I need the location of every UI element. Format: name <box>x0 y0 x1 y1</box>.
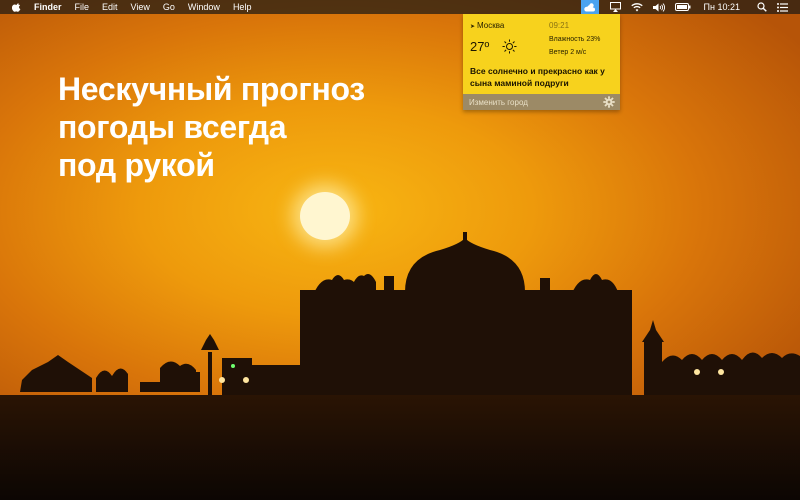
menu-bar: Finder File Edit View Go Window Help Пн … <box>0 0 800 14</box>
menu-go[interactable]: Go <box>163 0 175 14</box>
menu-edit[interactable]: Edit <box>102 0 118 14</box>
menu-clock[interactable]: Пн 10:21 <box>704 0 740 14</box>
airplay-icon[interactable] <box>609 0 621 14</box>
menu-window[interactable]: Window <box>188 0 220 14</box>
battery-icon[interactable] <box>674 0 691 14</box>
popup-footer: Изменить город <box>463 94 620 110</box>
menu-bar-left: Finder File Edit View Go Window Help <box>0 0 264 14</box>
weather-message: Все солнечно и прекрасно как у сына мами… <box>470 66 605 88</box>
spotlight-search-icon[interactable] <box>757 0 767 14</box>
apple-icon[interactable] <box>12 2 22 12</box>
promo-headline: Нескучный прогноз погоды всегда под руко… <box>58 70 365 184</box>
headline-line-3: под рукой <box>58 147 215 183</box>
change-city-link[interactable]: Изменить город <box>469 98 528 107</box>
menu-app-name[interactable]: Finder <box>34 0 62 14</box>
menu-view[interactable]: View <box>131 0 150 14</box>
location-arrow-icon: ➤ <box>470 24 476 30</box>
sun-icon <box>502 39 517 54</box>
gear-icon[interactable] <box>603 96 615 108</box>
weather-app-menu-icon[interactable] <box>580 0 599 14</box>
cloud-sun-icon <box>584 3 596 12</box>
wifi-icon[interactable] <box>630 0 643 14</box>
city-label: ➤ Москва <box>470 21 504 30</box>
weather-time: 09:21 <box>549 21 570 30</box>
city-name: Москва <box>477 21 505 30</box>
menu-help[interactable]: Help <box>233 0 252 14</box>
menu-bar-right: Пн 10:21 <box>580 0 800 14</box>
wind-label: Ветер 2 м/с <box>549 49 587 56</box>
volume-icon[interactable] <box>652 0 665 14</box>
humidity-label: Влажность 23% <box>549 36 601 43</box>
weather-popup: ➤ Москва 09:21 27º Влажность 23% Ветер 2 … <box>463 14 620 110</box>
headline-line-2: погоды всегда <box>58 109 287 145</box>
headline-line-1: Нескучный прогноз <box>58 71 365 107</box>
notification-center-icon[interactable] <box>777 0 788 14</box>
temperature: 27º <box>470 39 490 54</box>
menu-file[interactable]: File <box>75 0 90 14</box>
